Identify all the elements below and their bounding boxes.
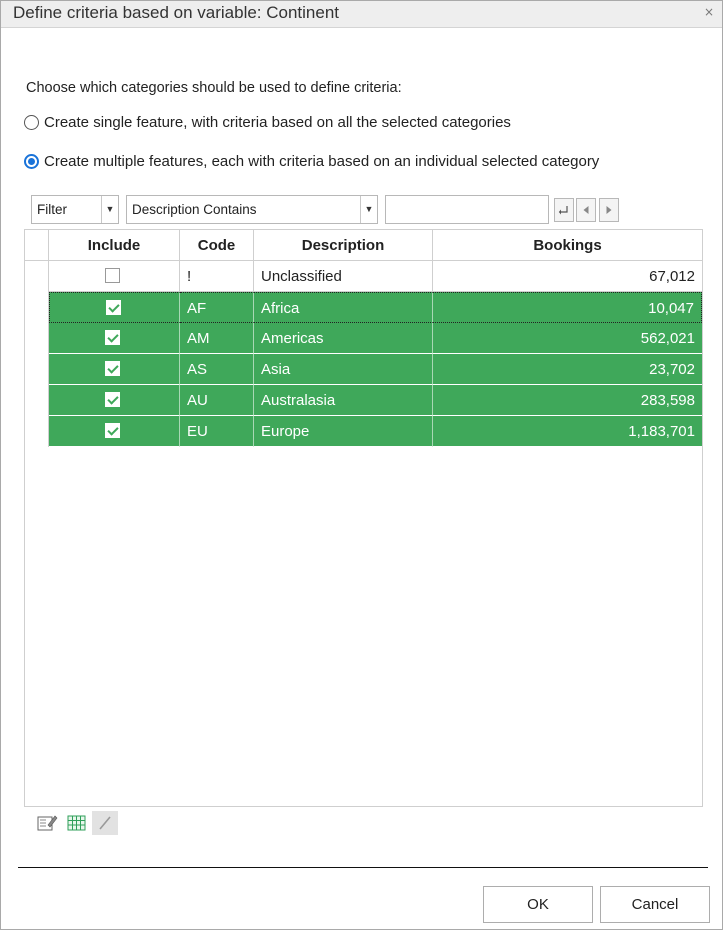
radio-single-feature[interactable] bbox=[24, 115, 39, 130]
description-cell[interactable]: Americas bbox=[254, 323, 433, 354]
ok-button[interactable]: OK bbox=[483, 886, 593, 923]
filter-field-value: Description Contains bbox=[132, 202, 257, 217]
include-checkbox[interactable] bbox=[105, 361, 120, 376]
code-cell[interactable]: ! bbox=[180, 261, 254, 292]
include-cell[interactable] bbox=[49, 292, 180, 323]
include-checkbox[interactable] bbox=[105, 392, 120, 407]
return-arrow-icon bbox=[558, 206, 568, 215]
row-indicator[interactable] bbox=[25, 292, 49, 323]
filter-text-input[interactable] bbox=[385, 195, 549, 224]
table-row[interactable]: ! Unclassified 67,012 bbox=[25, 261, 702, 292]
close-button[interactable]: × bbox=[702, 5, 716, 21]
chevron-down-icon[interactable]: ▼ bbox=[360, 196, 377, 223]
grid-header: Include Code Description Bookings bbox=[25, 230, 702, 261]
row-indicator[interactable] bbox=[25, 354, 49, 385]
column-header-bookings[interactable]: Bookings bbox=[433, 230, 702, 261]
row-indicator[interactable] bbox=[25, 323, 49, 354]
description-cell[interactable]: Asia bbox=[254, 354, 433, 385]
code-cell[interactable]: AS bbox=[180, 354, 254, 385]
chevron-down-icon[interactable]: ▼ bbox=[101, 196, 118, 223]
filter-field-dropdown[interactable]: Description Contains ▼ bbox=[126, 195, 378, 224]
include-checkbox[interactable] bbox=[105, 423, 120, 438]
next-match-button[interactable] bbox=[599, 198, 619, 222]
table-row[interactable]: AM Americas 562,021 bbox=[25, 323, 702, 354]
code-cell[interactable]: AF bbox=[180, 292, 254, 323]
row-indicator-header bbox=[25, 230, 49, 261]
table-row[interactable]: AS Asia 23,702 bbox=[25, 354, 702, 385]
bookings-cell[interactable]: 562,021 bbox=[433, 323, 702, 354]
table-row[interactable]: EU Europe 1,183,701 bbox=[25, 416, 702, 447]
include-checkbox[interactable] bbox=[105, 268, 120, 283]
code-cell[interactable]: AU bbox=[180, 385, 254, 416]
include-cell[interactable] bbox=[49, 261, 180, 292]
option-multiple-features[interactable]: Create multiple features, each with crit… bbox=[24, 153, 599, 170]
bookings-cell[interactable]: 23,702 bbox=[433, 354, 702, 385]
properties-button[interactable] bbox=[34, 811, 60, 835]
row-indicator[interactable] bbox=[25, 385, 49, 416]
bookings-cell[interactable]: 67,012 bbox=[433, 261, 702, 292]
previous-match-button[interactable] bbox=[576, 198, 596, 222]
include-checkbox[interactable] bbox=[105, 330, 120, 345]
include-checkbox[interactable] bbox=[106, 300, 121, 315]
bookings-cell[interactable]: 283,598 bbox=[433, 385, 702, 416]
column-header-code[interactable]: Code bbox=[180, 230, 254, 261]
cancel-button[interactable]: Cancel bbox=[600, 886, 710, 923]
description-cell[interactable]: Europe bbox=[254, 416, 433, 447]
include-cell[interactable] bbox=[49, 323, 180, 354]
column-header-include[interactable]: Include bbox=[49, 230, 180, 261]
categories-grid: Include Code Description Bookings ! Uncl… bbox=[24, 229, 703, 807]
row-indicator[interactable] bbox=[25, 416, 49, 447]
filter-mode-value: Filter bbox=[37, 202, 67, 217]
radio-multiple-features[interactable] bbox=[24, 154, 39, 169]
code-cell[interactable]: EU bbox=[180, 416, 254, 447]
dialog-window: Define criteria based on variable: Conti… bbox=[0, 0, 723, 930]
dialog-title: Define criteria based on variable: Conti… bbox=[13, 3, 340, 22]
pencil-icon bbox=[99, 816, 111, 830]
edit-mode-button[interactable] bbox=[92, 811, 118, 835]
title-bar: Define criteria based on variable: Conti… bbox=[1, 1, 722, 28]
grid-view-button[interactable] bbox=[64, 811, 90, 835]
option-single-feature-label: Create single feature, with criteria bas… bbox=[44, 114, 511, 131]
column-header-description[interactable]: Description bbox=[254, 230, 433, 261]
option-single-feature[interactable]: Create single feature, with criteria bas… bbox=[24, 114, 511, 131]
option-multiple-features-label: Create multiple features, each with crit… bbox=[44, 153, 600, 170]
triangle-right-icon bbox=[606, 206, 612, 214]
include-cell[interactable] bbox=[49, 385, 180, 416]
bookings-cell[interactable]: 10,047 bbox=[433, 292, 702, 323]
code-cell[interactable]: AM bbox=[180, 323, 254, 354]
table-row[interactable]: AU Australasia 283,598 bbox=[25, 385, 702, 416]
include-cell[interactable] bbox=[49, 416, 180, 447]
include-cell[interactable] bbox=[49, 354, 180, 385]
description-cell[interactable]: Australasia bbox=[254, 385, 433, 416]
properties-icon bbox=[37, 815, 58, 831]
table-row[interactable]: AF Africa 10,047 bbox=[25, 292, 702, 323]
row-indicator[interactable] bbox=[25, 261, 49, 292]
instruction-text: Choose which categories should be used t… bbox=[26, 80, 402, 96]
table-grid-icon bbox=[67, 815, 86, 831]
footer-divider bbox=[18, 867, 708, 868]
bookings-cell[interactable]: 1,183,701 bbox=[433, 416, 702, 447]
triangle-left-icon bbox=[583, 206, 589, 214]
filter-mode-dropdown[interactable]: Filter ▼ bbox=[31, 195, 119, 224]
undo-filter-icon[interactable] bbox=[554, 198, 574, 222]
description-cell[interactable]: Unclassified bbox=[254, 261, 433, 292]
description-cell[interactable]: Africa bbox=[254, 292, 433, 323]
